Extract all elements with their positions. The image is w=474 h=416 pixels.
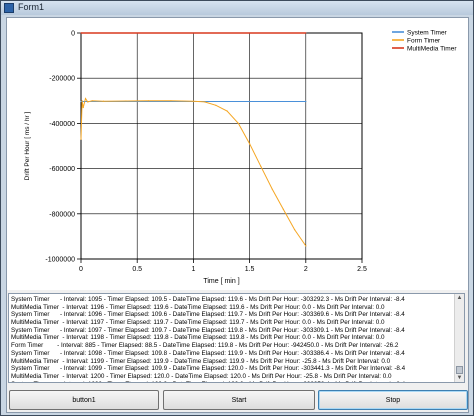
scroll-up-arrow-icon[interactable]: ▲ [455,294,464,302]
data-point-form-timer [80,138,82,140]
start-button[interactable]: Start [163,390,315,410]
log-line: System Timer - Interval: 1096 - Timer El… [11,311,405,319]
y-tick-label: 0 [71,31,75,38]
y-tick-label: -400000 [49,121,75,128]
data-point-form-timer [204,101,206,103]
y-tick-label: -200000 [49,76,75,83]
data-point-form-timer [293,229,296,231]
log-line: Form Timer - Interval: 885 - Timer Elaps… [11,342,399,350]
data-point-system-timer [305,100,307,103]
title-bar[interactable]: Form1 [1,1,473,15]
data-point-form-timer [170,100,172,102]
log-line: System Timer - Interval: 1099 - Timer El… [11,365,406,373]
data-point-form-timer [102,100,105,102]
log-line: System Timer - Interval: 1098 - Timer El… [11,349,405,357]
form-client-area: 0 0.5 1 1.5 2 2.5 0 -200000 -400000 -600000 -80000… [6,17,469,413]
data-point-form-timer [282,208,284,210]
stop-button[interactable]: Stop [318,390,468,410]
log-line: System Timer - Interval: 1095 - Timer El… [11,296,405,303]
y-axis-label: Drift Per Hour [ ms / hr ] [24,111,31,180]
data-point-form-timer [260,165,262,167]
x-tick-label: 0.5 [132,266,142,273]
scroll-thumb[interactable] [456,366,463,374]
log-scrollbar[interactable]: ▲ ▼ [454,294,464,382]
legend-label: MultiMedia Timer [407,46,457,53]
data-point-form-timer [84,97,87,100]
data-point-multimedia-timer [305,32,307,34]
x-tick-label: 2 [304,266,308,273]
x-tick-label: 1 [191,266,195,273]
data-point-multimedia-timer [80,32,82,34]
log-line: System Timer - Interval: 1099 - Timer El… [11,381,451,382]
data-point-form-timer [249,143,251,145]
data-point-system-timer [249,100,251,103]
data-point-system-timer [80,100,82,103]
x-tick-label: 1.5 [245,266,255,273]
log-line: MultiMedia Timer - Interval: 1200 - Time… [11,372,392,380]
y-tick-label: -800000 [49,211,75,218]
x-tick-label: 2.5 [357,266,367,273]
data-point-form-timer [237,122,239,124]
legend-label: System Timer [407,30,448,37]
log-line: MultiMedia Timer - Interval: 1198 - Time… [11,334,385,342]
x-axis-label: Time [ min ] [203,278,239,285]
drift-chart: 0 0.5 1 1.5 2 2.5 0 -200000 -400000 -600000 -80000… [7,18,468,290]
scroll-down-arrow-icon[interactable]: ▼ [455,374,464,382]
data-point-form-timer [81,100,83,102]
chart-svg: 0 0.5 1 1.5 2 2.5 0 -200000 -400000 -600000 -80000… [24,30,457,286]
window-title: Form1 [18,2,45,12]
data-point-form-timer [226,110,228,112]
data-point-form-timer [147,100,150,102]
app-icon [4,3,14,13]
data-point-form-timer [192,100,194,102]
data-point-form-timer [215,104,217,106]
log-line: MultiMedia Timer - Interval: 1196 - Time… [11,303,385,311]
button1-button[interactable]: button1 [9,390,159,410]
data-point-form-timer [87,101,89,103]
y-tick-label: -600000 [49,166,75,173]
log-line: System Timer - Interval: 1097 - Timer El… [11,326,405,334]
log-textbox[interactable]: System Timer - Interval: 1095 - Timer El… [8,293,465,383]
legend-label: Form Timer [407,38,441,45]
log-lines: System Timer - Interval: 1095 - Timer El… [11,296,451,382]
data-point-form-timer [91,100,93,102]
data-point-form-timer [271,188,273,190]
log-line: MultiMedia Timer - Interval: 1197 - Time… [11,319,385,327]
y-tick-label: -1000000 [45,257,75,264]
form-window: Form1 0 0.5 1 1.5 2 2.5 0 -200000 -400000 -600000… [0,0,474,416]
log-line: MultiMedia Timer - Interval: 1199 - Time… [11,357,391,365]
plot-frame [80,32,363,260]
data-point-form-timer [82,106,84,109]
data-point-form-timer [125,100,127,102]
x-tick-label: 0 [79,266,83,273]
data-point-form-timer [305,245,307,247]
